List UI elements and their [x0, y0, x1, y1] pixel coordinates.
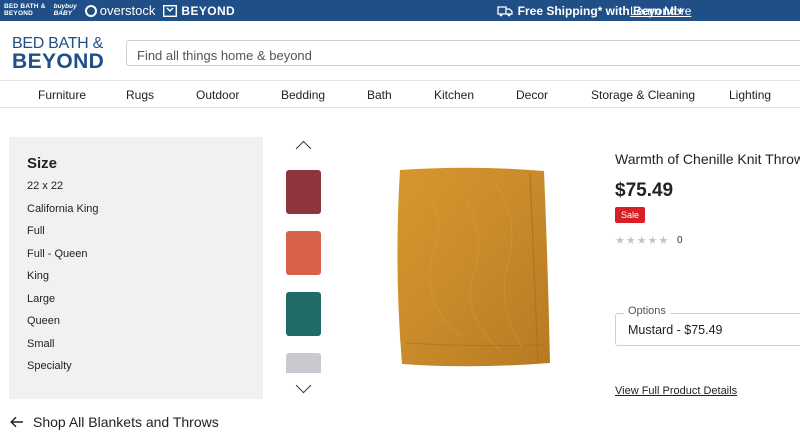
view-full-details-link[interactable]: View Full Product Details: [615, 385, 737, 397]
overstock-brand-link[interactable]: overstock: [84, 3, 156, 18]
size-option[interactable]: Full: [27, 225, 45, 237]
nav-item-lighting[interactable]: Lighting: [729, 88, 771, 102]
back-link-label: Shop All Blankets and Throws: [33, 414, 219, 430]
size-option[interactable]: Queen: [27, 315, 60, 327]
overstock-label: overstock: [99, 3, 156, 18]
size-filter-title: Size: [27, 155, 58, 172]
nav-divider: [0, 107, 800, 108]
thumbnail-gray[interactable]: [286, 353, 321, 373]
search-bar[interactable]: [126, 40, 800, 66]
review-count[interactable]: 0: [677, 235, 683, 246]
star-icon: ★: [636, 235, 647, 247]
nav-item-rugs[interactable]: Rugs: [126, 88, 154, 102]
bedbath-brand-line2: BEYOND: [4, 9, 34, 17]
arrow-left-icon: [10, 416, 23, 428]
size-option[interactable]: California King: [27, 203, 99, 215]
beyond-brand-link[interactable]: BEYOND: [163, 4, 235, 18]
size-option[interactable]: 22 x 22: [27, 180, 63, 192]
size-option[interactable]: Specialty: [27, 360, 72, 372]
brand-switcher: BED BATH & BEYOND buybuy BABY overstock …: [4, 0, 235, 21]
buybuybaby-line2: BABY: [53, 9, 73, 17]
nav-item-outdoor[interactable]: Outdoor: [196, 88, 239, 102]
bedbath-brand-link[interactable]: BED BATH & BEYOND: [4, 3, 46, 17]
thumbnail-coral[interactable]: [286, 231, 321, 275]
star-icon: ★: [625, 235, 636, 247]
search-input[interactable]: [135, 45, 739, 65]
thumbnail-teal[interactable]: [286, 292, 321, 336]
star-icon: ★: [647, 235, 658, 247]
thumbnail-burgundy[interactable]: [286, 170, 321, 214]
size-option[interactable]: Large: [27, 293, 55, 305]
nav-item-decor[interactable]: Decor: [516, 88, 548, 102]
truck-icon: [496, 5, 513, 16]
beyond-label: BEYOND: [181, 3, 236, 18]
nav-item-bedding[interactable]: Bedding: [281, 88, 325, 102]
star-icon: ★: [615, 235, 625, 247]
product-price: $75.49: [615, 180, 674, 201]
overstock-logo-icon: [84, 4, 97, 17]
product-main-image: [397, 167, 550, 367]
rating-stars[interactable]: ★ ★ ★ ★ ★: [615, 234, 668, 247]
size-option[interactable]: Full - Queen: [27, 248, 88, 260]
category-nav: Furniture Rugs Outdoor Bedding Bath Kitc…: [0, 82, 800, 106]
star-icon: ★: [658, 235, 669, 247]
chevron-down-icon[interactable]: [295, 377, 312, 394]
learn-more-link[interactable]: Learn More: [630, 0, 691, 21]
buybuybaby-brand-link[interactable]: buybuy BABY: [53, 3, 77, 17]
nav-item-kitchen[interactable]: Kitchen: [434, 88, 474, 102]
nav-item-bath[interactable]: Bath: [367, 88, 392, 102]
size-option[interactable]: King: [27, 270, 49, 282]
nav-item-furniture[interactable]: Furniture: [38, 88, 86, 102]
options-selected-value: Mustard - $75.49: [628, 323, 723, 337]
size-option[interactable]: Small: [27, 338, 55, 350]
nav-item-storage-cleaning[interactable]: Storage & Cleaning: [591, 88, 695, 102]
logo-line2: BEYOND: [12, 50, 105, 73]
beyond-logo-icon: [163, 4, 178, 17]
header-divider: [0, 80, 800, 81]
chevron-up-icon[interactable]: [295, 140, 312, 157]
brand-bar: BED BATH & BEYOND buybuy BABY overstock …: [0, 0, 800, 21]
shop-all-back-link[interactable]: Shop All Blankets and Throws: [10, 414, 219, 430]
sale-badge: Sale: [615, 207, 646, 223]
options-label: Options: [624, 305, 670, 317]
site-logo[interactable]: BED BATH & BEYOND: [12, 36, 105, 73]
size-filter-panel: Size 22 x 22 California King Full Full -…: [9, 137, 263, 399]
product-title: Warmth of Chenille Knit Throw: [615, 151, 800, 167]
